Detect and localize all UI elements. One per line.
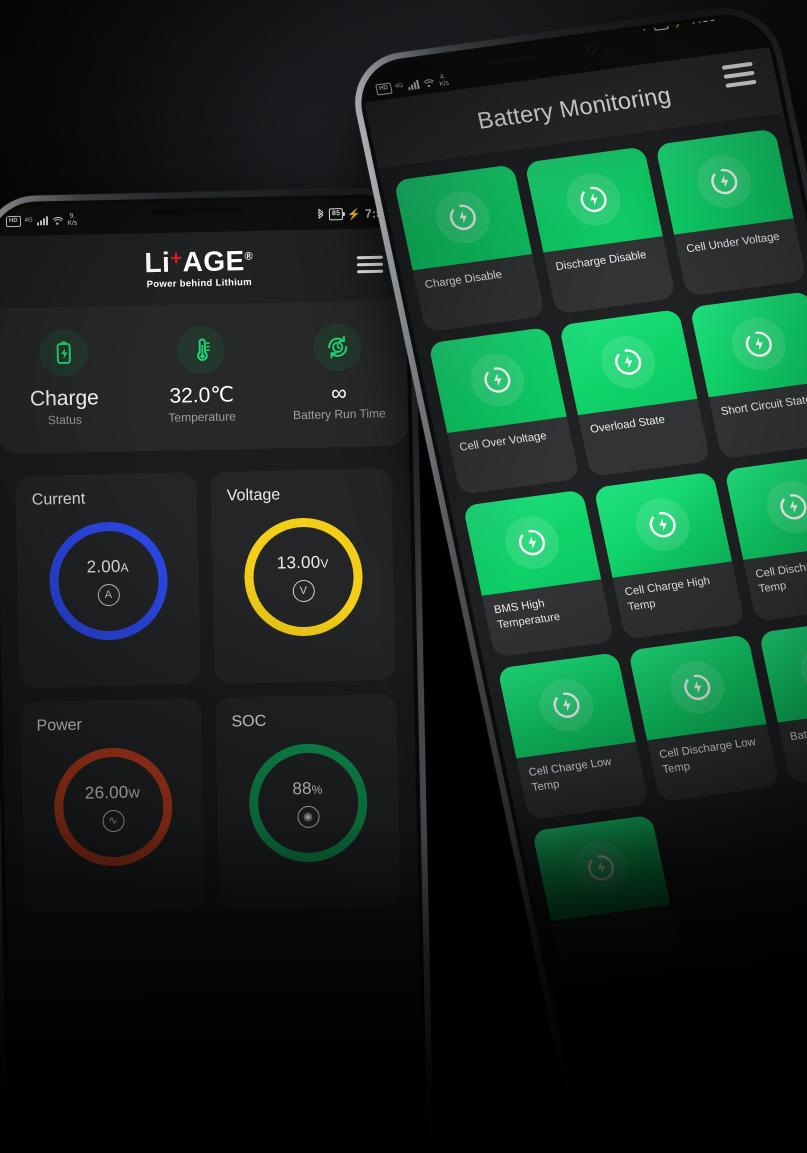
network-type-label: 4G [24, 217, 33, 224]
scene: HD 4G 9. K/s 85 ⚡ Li+AGE® Power behind L… [0, 0, 807, 1153]
gauge-unit-current: A [120, 560, 129, 575]
battery-status-tile-grid: Charge Disable Discharge Disable Cell Un… [378, 113, 807, 999]
gauge-card-soc[interactable]: SOC 88% ◉ [215, 694, 401, 910]
hd-icon: HD [375, 82, 393, 96]
status-bar-clock: 7:56 [688, 13, 717, 27]
left-screen-shadow [7, 947, 425, 1153]
charge-status-icon [689, 291, 807, 398]
thermometer-icon [176, 325, 226, 375]
logo-tagline: Power behind Lithium [146, 276, 253, 290]
charge-status-label: Status [47, 412, 82, 428]
battery-charge-icon [38, 328, 88, 378]
gauge-ring-soc: 88% ◉ [247, 742, 368, 864]
gauge-value-power: 26.00 [84, 782, 129, 803]
signal-bars-icon [36, 215, 48, 225]
gauge-ring-voltage: 13.00V V [242, 516, 364, 638]
ampere-icon: A [97, 583, 120, 606]
gauge-title-soc: SOC [231, 712, 267, 731]
status-tile[interactable]: BMS High Temperature [462, 489, 615, 658]
charge-status-icon [497, 652, 636, 759]
status-tile[interactable]: Cell Over Voltage [428, 326, 580, 495]
logo-plus: + [170, 246, 183, 270]
logo-age: AGE [182, 244, 246, 277]
gauge-ring-power: 26.00W ∿ [52, 746, 174, 868]
left-phone-device: HD 4G 9. K/s 85 ⚡ Li+AGE® Power behind L… [0, 187, 435, 1153]
gauge-card-power[interactable]: Power 26.00W ∿ [20, 698, 206, 914]
charge-status-icon [524, 146, 663, 253]
hamburger-menu-icon[interactable] [721, 61, 757, 88]
bluetooth-icon [318, 208, 324, 219]
network-speed: 4. K/s [437, 73, 450, 88]
charging-bolt-icon: ⚡ [347, 208, 362, 221]
network-speed-unit: K/s [438, 79, 450, 88]
network-speed: 9. K/s [68, 213, 78, 227]
gauge-unit-voltage: V [320, 556, 329, 571]
battery-level-badge: 85 [652, 16, 670, 31]
charge-status-icon [627, 634, 767, 741]
left-phone-screen: HD 4G 9. K/s 85 ⚡ Li+AGE® Power behind L… [0, 197, 425, 1153]
status-item-temperature[interactable]: 32.0℃ Temperature [132, 325, 270, 426]
charge-status-icon [654, 128, 794, 235]
status-item-runtime[interactable]: ∞ Battery Run Time [270, 322, 408, 423]
status-tile[interactable]: Short Circuit State [689, 291, 807, 460]
refresh-clock-icon [313, 322, 363, 372]
gauge-title-power: Power [36, 716, 83, 735]
gauge-card-current[interactable]: Current 2.00A A [15, 472, 201, 689]
status-tile[interactable]: Cell Charge Low Temp [497, 652, 650, 821]
gauge-unit-power: W [128, 786, 141, 801]
charge-status-value: Charge [29, 386, 100, 411]
gauge-value-current: 2.00 [86, 556, 121, 577]
volt-icon: V [292, 579, 315, 602]
charge-status-icon [531, 814, 671, 921]
wifi-icon [423, 78, 434, 87]
runtime-label: Battery Run Time [292, 406, 386, 423]
status-item-charge[interactable]: Charge Status [0, 328, 133, 429]
status-tile[interactable]: Cell Charge High Temp [593, 471, 746, 640]
gauge-card-voltage[interactable]: Voltage 13.00V V [210, 468, 396, 684]
charge-status-icon [462, 489, 602, 596]
logo-registered-mark: ® [244, 250, 254, 263]
network-type-label: 4G [394, 82, 404, 90]
temperature-label: Temperature [168, 409, 236, 425]
charge-status-icon [393, 164, 533, 271]
charging-bolt-icon: ⚡ [670, 14, 688, 29]
signal-bars-icon [406, 79, 420, 90]
wifi-icon [52, 216, 63, 225]
charge-status-icon [724, 453, 807, 560]
gauge-value-voltage: 13.00 [276, 552, 321, 573]
status-tile[interactable]: Cell Discharge Low Temp [627, 634, 780, 803]
battery-level-badge: 85 [328, 208, 344, 221]
status-tile[interactable]: Discharge Disable [524, 146, 677, 315]
gauge-unit-soc: % [311, 782, 323, 797]
status-tile[interactable]: Cell Under Voltage [654, 128, 807, 297]
power-wave-icon: ∿ [101, 809, 125, 832]
status-tile[interactable]: Overload State [558, 308, 711, 478]
hamburger-menu-icon[interactable] [356, 255, 384, 274]
charge-status-icon [428, 326, 567, 434]
gauge-title-current: Current [31, 490, 86, 509]
charge-status-icon [758, 616, 807, 723]
gauge-ring-current: 2.00A A [47, 520, 169, 642]
runtime-value: ∞ [330, 380, 348, 406]
status-summary-strip: Charge Status 32.0℃ Temperature ∞ Batter… [0, 299, 409, 455]
liage-logo: Li+AGE® Power behind Lithium [144, 244, 254, 290]
gauge-value-soc: 88 [292, 778, 312, 798]
status-tile[interactable] [531, 814, 684, 983]
page-title: Battery Monitoring [474, 80, 674, 134]
left-phone-bezel: HD 4G 9. K/s 85 ⚡ Li+AGE® Power behind L… [0, 193, 429, 1153]
charge-status-icon [558, 308, 698, 416]
left-phone-frame: HD 4G 9. K/s 85 ⚡ Li+AGE® Power behind L… [0, 187, 435, 1153]
logo-li: Li [144, 246, 171, 278]
soc-icon: ◉ [296, 805, 320, 828]
bluetooth-icon [641, 19, 648, 30]
charge-status-icon [593, 471, 733, 578]
gauge-title-voltage: Voltage [226, 486, 281, 505]
gauge-grid: Current 2.00A A Voltage 13.00V V Power 2… [0, 446, 418, 915]
left-app-bar: Li+AGE® Power behind Lithium [0, 227, 406, 309]
temperature-value: 32.0℃ [169, 383, 235, 408]
status-tile[interactable]: Charge Disable [393, 164, 546, 333]
hd-icon: HD [5, 215, 21, 227]
network-speed-unit: K/s [67, 219, 78, 227]
